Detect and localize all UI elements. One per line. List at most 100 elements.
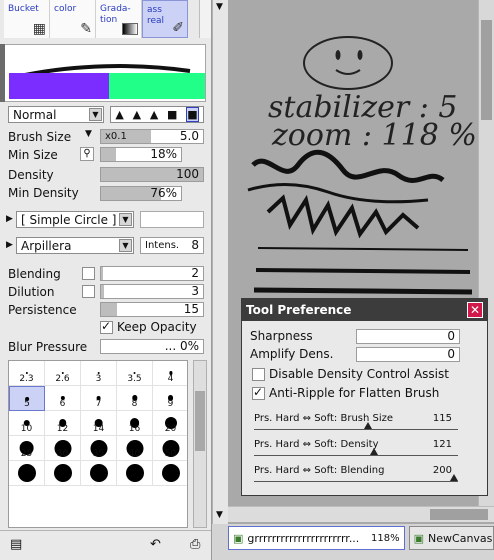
brush-size-cell[interactable]: 5 <box>9 386 45 411</box>
brush-size-cell[interactable]: 30 <box>45 436 81 461</box>
main-color-swatch[interactable] <box>9 73 109 99</box>
slider-thumb[interactable] <box>450 474 458 481</box>
blend-mode-select[interactable]: Normal ▼ <box>8 106 104 123</box>
density-slider[interactable]: 100 <box>100 167 204 182</box>
brush-size-label: 5 <box>24 399 30 409</box>
shape-square-icon[interactable]: ■ <box>167 108 177 121</box>
scrollbar-thumb[interactable] <box>481 20 492 120</box>
brush-size-cell[interactable]: 8 <box>117 386 153 411</box>
brush-shape-select[interactable]: [ Simple Circle ] ▼ <box>16 211 134 228</box>
pressure-icon[interactable]: ⚲ <box>80 147 94 161</box>
slider-label: Prs. Hard ⇔ Soft: Blending <box>254 465 385 476</box>
tool-color[interactable]: color ✎ <box>50 0 96 38</box>
brush-size-cell[interactable]: 10 <box>9 411 45 436</box>
sharpness-field[interactable]: 0 <box>356 329 460 344</box>
brush-size-cell[interactable]: 4 <box>153 361 187 386</box>
chevron-down-icon[interactable]: ▼ <box>216 2 223 12</box>
shape-strength-field[interactable] <box>140 211 204 228</box>
chevron-down-icon[interactable]: ▼ <box>85 129 92 139</box>
tab-canvas-2[interactable]: ▣ NewCanvas <box>408 526 494 550</box>
pressure-blending-slider[interactable]: Prs. Hard ⇔ Soft: Blending 200 <box>254 465 460 482</box>
persistence-slider[interactable]: 15 <box>100 302 204 317</box>
anti-ripple-checkbox[interactable] <box>252 385 265 400</box>
shape-selected-icon[interactable]: ■ <box>186 107 199 122</box>
brush-size-cell[interactable]: 50 <box>153 436 187 461</box>
brush-shape-selector[interactable]: ▲ ▲ ▲ ■ ■ <box>110 106 204 123</box>
blending-label: Blending <box>8 267 61 281</box>
brush-size-cell[interactable]: 3 <box>81 361 117 386</box>
close-icon[interactable]: ✕ <box>467 302 483 318</box>
note-icon[interactable]: ▤ <box>10 537 22 552</box>
keep-opacity-checkbox[interactable] <box>100 319 113 334</box>
brush-size-cell[interactable]: 35 <box>81 436 117 461</box>
min-size-slider[interactable]: 18% <box>100 147 182 162</box>
scrollbar-thumb[interactable] <box>195 391 205 451</box>
brush-size-cell[interactable]: 6 <box>45 386 81 411</box>
brush-size-slider[interactable]: x0.1 5.0 <box>100 129 204 144</box>
blending-slider[interactable]: 2 <box>100 266 204 281</box>
pressure-brush-size-slider[interactable]: Prs. Hard ⇔ Soft: Brush Size 115 <box>254 413 460 430</box>
shape-flat-icon[interactable]: ▲ <box>150 108 158 121</box>
sub-color-swatch[interactable] <box>109 73 205 99</box>
slider-track[interactable] <box>254 425 458 430</box>
min-size-label: Min Size <box>8 148 58 162</box>
keep-opacity-option[interactable]: Keep Opacity <box>100 319 197 334</box>
brush-size-cell[interactable]: 25 <box>9 436 45 461</box>
brush-size-cell[interactable] <box>81 461 117 486</box>
blending-checkbox[interactable] <box>82 267 95 280</box>
slider-thumb[interactable] <box>370 448 378 455</box>
amplify-field[interactable]: 0 <box>356 347 460 362</box>
undo-icon[interactable]: ↶ <box>150 537 161 552</box>
brush-size-cell[interactable]: 2.6 <box>45 361 81 386</box>
slider-track[interactable] <box>254 451 458 456</box>
brush-size-cell[interactable]: 2.3 <box>9 361 45 386</box>
min-density-slider[interactable]: 76% <box>100 186 182 201</box>
brush-size-cell[interactable]: 12 <box>45 411 81 436</box>
tool-gradation[interactable]: Grada- tion <box>96 0 142 38</box>
brush-size-cell[interactable] <box>9 461 45 486</box>
disable-density-option[interactable]: Disable Density Control Assist <box>252 367 449 381</box>
tool-bucket[interactable]: Bucket ▦ <box>4 0 50 38</box>
anti-ripple-option[interactable]: Anti-Ripple for Flatten Brush <box>252 385 439 400</box>
brush-size-label: 40 <box>128 449 141 459</box>
canvas-horizontal-scrollbar[interactable] <box>228 506 494 522</box>
tools-scrollbar[interactable] <box>199 0 211 38</box>
save-icon[interactable]: ⎙ <box>190 537 200 552</box>
slider-thumb[interactable] <box>364 422 372 429</box>
shape-round-icon[interactable]: ▲ <box>133 108 141 121</box>
brush-size-cell[interactable]: 3.5 <box>117 361 153 386</box>
panel-scrollbar[interactable]: ▼ ▼ <box>212 0 228 524</box>
shape-tip-icon[interactable]: ▲ <box>115 108 123 121</box>
brush-size-cell[interactable] <box>153 461 187 486</box>
expand-arrow-icon[interactable]: ▶ <box>6 240 13 250</box>
brush-size-cell[interactable]: 20 <box>153 411 187 436</box>
brush-size-cell[interactable]: 7 <box>81 386 117 411</box>
chevron-down-icon[interactable]: ▼ <box>216 510 223 520</box>
min-size-row: Min Size <box>8 146 58 164</box>
pressure-density-slider[interactable]: Prs. Hard ⇔ Soft: Density 121 <box>254 439 460 456</box>
disable-density-checkbox[interactable] <box>252 367 265 381</box>
brush-size-cell[interactable]: 16 <box>117 411 153 436</box>
slider-label: Prs. Hard ⇔ Soft: Brush Size <box>254 413 394 424</box>
brush-size-cell[interactable] <box>117 461 153 486</box>
brush-size-cell[interactable]: 40 <box>117 436 153 461</box>
texture-intensity-slider[interactable]: Intens. 8 <box>140 237 204 254</box>
blur-pressure-slider[interactable]: ... 0% <box>100 339 204 354</box>
canvas-icon: ▣ <box>413 531 425 545</box>
dilution-slider[interactable]: 3 <box>100 284 204 299</box>
size-grid-scrollbar[interactable] <box>193 360 207 528</box>
brush-size-cell[interactable]: 14 <box>81 411 117 436</box>
expand-arrow-icon[interactable]: ▶ <box>6 214 13 224</box>
brush-size-label: 10 <box>20 424 33 434</box>
texture-select[interactable]: Arpillera ▼ <box>16 237 134 254</box>
dilution-checkbox[interactable] <box>82 285 95 298</box>
scrollbar-thumb[interactable] <box>430 509 488 520</box>
brush-size-cell[interactable] <box>45 461 81 486</box>
tool-assreal[interactable]: ass real ✐ <box>142 0 188 38</box>
brush-size-label: 30 <box>56 449 69 459</box>
brush-size-cell[interactable]: 9 <box>153 386 187 411</box>
preview-handle[interactable] <box>0 44 5 102</box>
slider-track[interactable] <box>254 477 458 482</box>
tab-canvas-1[interactable]: ▣ grrrrrrrrrrrrrrrrrrrrrr... 118% <box>228 526 405 550</box>
dialog-titlebar[interactable]: Tool Preference ✕ <box>242 299 487 321</box>
